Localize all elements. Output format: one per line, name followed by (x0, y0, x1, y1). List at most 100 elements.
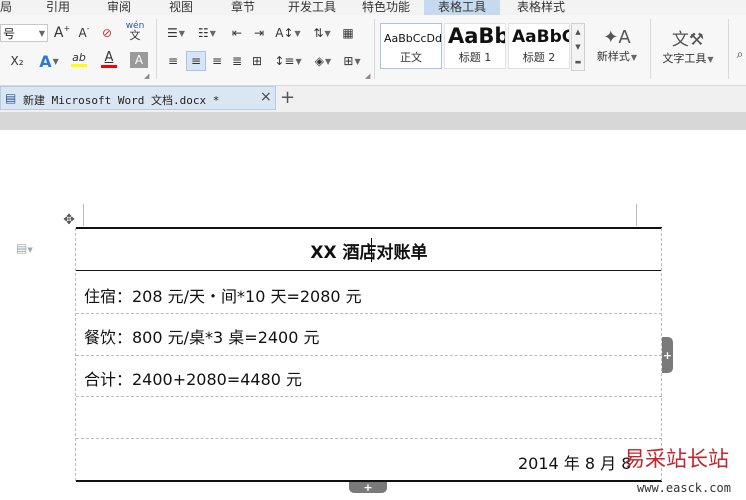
table-row[interactable]: 合计：2400+2080=4480 元 (84, 366, 302, 390)
increase-indent-button[interactable]: ⇥ (250, 24, 268, 42)
align-right-icon: ≡ (211, 54, 223, 68)
menu-table-styles[interactable]: 表格样式 (517, 0, 565, 15)
paint-bucket-icon: ◈ (314, 54, 325, 68)
table-rule (76, 396, 662, 397)
text-tools-label: 文字工具 (662, 51, 707, 65)
shrink-font-icon: A (78, 26, 87, 40)
style-name: 正文 (400, 51, 422, 64)
table-title[interactable]: XX 酒店对账单 (76, 238, 662, 263)
distributed-align-icon: ⊞ (251, 54, 263, 68)
search-icon[interactable]: ⌕ (734, 45, 746, 63)
font-color-button[interactable]: A (96, 50, 122, 68)
grow-font-icon: A (53, 25, 64, 41)
align-center-icon: ≡ (190, 54, 202, 68)
clear-format-button[interactable]: ⊘ (97, 24, 117, 42)
style-heading-2[interactable]: AaBbC 标题 2 (508, 23, 570, 69)
styles-scroll[interactable]: ▲ ▼ ▬ (571, 23, 585, 71)
paragraph-layout-icon[interactable]: ▤▼ (16, 241, 33, 255)
menu-chapter[interactable]: 章节 (231, 0, 255, 15)
align-left-button[interactable]: ≡ (164, 52, 182, 70)
table-move-handle[interactable]: ✥ (61, 212, 77, 228)
shading-button[interactable]: ◈ ▼ (310, 52, 336, 70)
bullets-button[interactable]: ☰ ▼ (163, 24, 189, 42)
workspace-band (0, 112, 746, 130)
style-normal[interactable]: AaBbCcDd 正文 (380, 23, 442, 69)
font-size-select[interactable]: 号 ▼ (0, 24, 48, 42)
text-tools-icon: 文⚒ (671, 29, 705, 50)
menu-features[interactable]: 特色功能 (362, 0, 410, 15)
justify-icon: ≣ (231, 54, 243, 68)
style-heading-1[interactable]: AaBb 标题 1 (444, 23, 506, 69)
table-rule (76, 438, 662, 439)
line-spacing-icon: ↕≡ (274, 54, 295, 68)
table-rule (76, 313, 662, 314)
menu-view[interactable]: 视图 (169, 0, 193, 15)
table-date[interactable]: 2014 年 8 月 8 (518, 450, 631, 474)
borders-icon: ⊞ (343, 54, 354, 68)
table-row[interactable]: 餐饮：800 元/桌*3 桌=2400 元 (84, 324, 320, 348)
text-effect-button[interactable]: A ▼ (36, 52, 62, 71)
table-rule (76, 355, 662, 356)
align-center-button[interactable]: ≡ (186, 51, 206, 71)
new-tab-button[interactable]: + (280, 87, 295, 108)
dialog-launcher-icon[interactable]: ◢ (144, 72, 149, 80)
distributed-button[interactable]: ⊞ (248, 52, 266, 70)
document-icon: ▤ (5, 91, 17, 105)
chevron-down-icon: ▼ (575, 42, 581, 51)
add-column-button[interactable]: + (662, 337, 673, 373)
menu-developer[interactable]: 开发工具 (288, 0, 336, 15)
highlight-color-bar (71, 63, 87, 67)
style-name: 标题 1 (458, 51, 492, 64)
justify-button[interactable]: ≣ (228, 52, 246, 70)
shrink-font-button[interactable]: A- (74, 24, 94, 42)
table-grid-icon: ▦ (342, 26, 354, 40)
add-row-button[interactable]: + (349, 482, 387, 493)
decrease-indent-icon: ⇤ (231, 26, 243, 40)
align-right-button[interactable]: ≡ (208, 52, 226, 70)
phonetic-guide-button[interactable]: wén 文 (121, 22, 149, 42)
ribbon-separator (650, 19, 651, 79)
menu-layout[interactable]: 局 (0, 0, 12, 15)
borders-button[interactable]: ⊞ ▼ (340, 52, 364, 70)
decrease-indent-button[interactable]: ⇤ (228, 24, 246, 42)
char-shading-icon: A (134, 53, 144, 67)
font-size-value: 号 (3, 26, 16, 41)
ribbon-separator (156, 19, 157, 79)
grow-font-button[interactable]: A + (52, 24, 72, 42)
line-spacing-button[interactable]: ↕≡ ▼ (274, 52, 302, 70)
text-tools-button[interactable]: 文⚒ 文字工具▼ (656, 21, 720, 69)
style-preview: AaBb (448, 24, 506, 48)
document-tab[interactable]: ▤ 新建 Microsoft Word 文档.docx * × (0, 86, 276, 110)
highlight-button[interactable]: ab (66, 50, 92, 68)
menu-references[interactable]: 引用 (46, 0, 70, 15)
menu-review[interactable]: 审阅 (107, 0, 131, 15)
close-icon[interactable]: × (260, 89, 272, 105)
document-tab-title: 新建 Microsoft Word 文档.docx * (23, 94, 220, 107)
style-preview: AaBbCcDd (384, 32, 442, 45)
ribbon: 号 ▼ A + A- ⊘ wén 文 X₂ A ▼ ab A A ☰ ▼ ☷ ▼ ⇤ ⇥ (0, 15, 746, 86)
table-grid-button[interactable]: ▦ (338, 24, 358, 42)
text-cursor (371, 238, 372, 262)
text-direction-button[interactable]: A↕ ▼ (274, 24, 302, 42)
table-rule (76, 270, 662, 271)
bullet-list-icon: ☰ (167, 26, 178, 40)
style-name: 标题 2 (522, 51, 556, 64)
style-preview: AaBbC (512, 27, 570, 47)
watermark-brand: 易采站长站 (624, 447, 729, 471)
sort-icon: ⇅ (313, 26, 324, 40)
table-top-border (76, 227, 662, 229)
watermark-url: www.easck.com (637, 481, 731, 495)
menu-table-tools[interactable]: 表格工具 (424, 0, 501, 15)
new-style-button[interactable]: ✦A 新样式▼ (590, 21, 644, 69)
table-left-border (75, 228, 76, 481)
font-color-icon: A (104, 49, 114, 65)
dialog-launcher-icon[interactable]: ◢ (365, 72, 370, 80)
expand-icon: ▬ (574, 58, 582, 67)
numbering-button[interactable]: ☷ ▼ (194, 24, 220, 42)
ribbon-separator (728, 19, 729, 79)
table-row[interactable]: 住宿：208 元/天・间*10 天=2080 元 (84, 283, 362, 307)
sort-button[interactable]: ⇅ ▼ (310, 24, 334, 42)
subscript-button[interactable]: X₂ (6, 52, 28, 70)
char-shading-button[interactable]: A (130, 52, 148, 68)
numbered-list-icon: ☷ (198, 26, 209, 40)
